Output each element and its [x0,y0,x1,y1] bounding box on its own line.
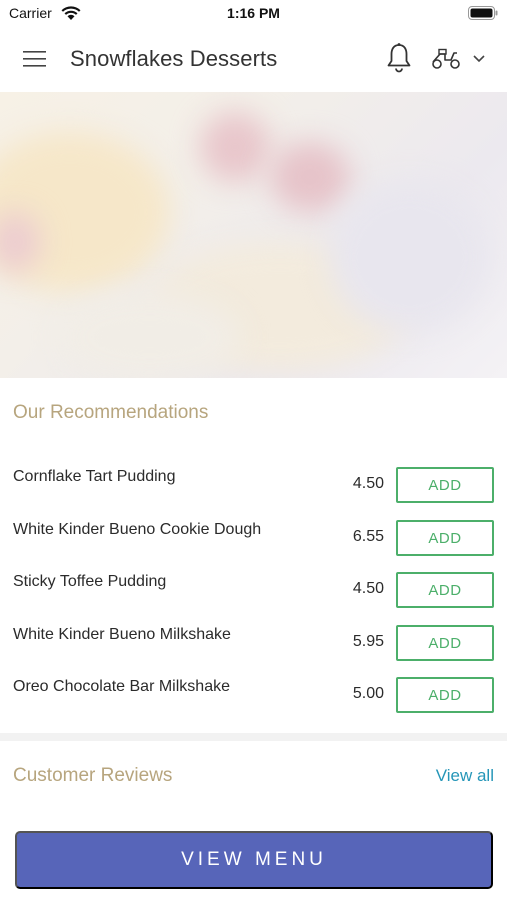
hamburger-menu-icon[interactable] [22,48,48,70]
list-item: Sticky Toffee Pudding 4.50 ADD [0,565,507,617]
item-price: 5.95 [352,633,384,650]
customer-reviews-heading: Customer Reviews [13,765,173,786]
add-button[interactable]: ADD [396,677,494,713]
item-price: 5.00 [352,685,384,702]
item-price: 4.50 [352,580,384,597]
recommendations-heading: Our Recommendations [13,402,209,423]
item-price: 4.50 [352,475,384,492]
battery-icon [468,6,498,20]
add-button[interactable]: ADD [396,520,494,556]
delivery-scooter-icon[interactable] [430,48,462,70]
add-button[interactable]: ADD [396,625,494,661]
list-item: White Kinder Bueno Milkshake 5.95 ADD [0,618,507,670]
hero-banner-image [0,92,507,378]
item-name: Oreo Chocolate Bar Milkshake [13,678,230,695]
view-menu-button[interactable]: VIEW MENU [15,831,493,889]
list-item: White Kinder Bueno Cookie Dough 6.55 ADD [0,513,507,565]
add-button[interactable]: ADD [396,467,494,503]
hero-blob [60,292,240,378]
chevron-down-icon[interactable] [472,54,486,64]
item-name: Cornflake Tart Pudding [13,468,176,485]
item-price: 6.55 [352,528,384,545]
item-name: White Kinder Bueno Cookie Dough [13,521,262,538]
add-button[interactable]: ADD [396,572,494,608]
hero-blob [330,182,490,332]
list-item: Cornflake Tart Pudding 4.50 ADD [0,460,507,512]
status-time: 1:16 PM [227,5,280,21]
list-item: Oreo Chocolate Bar Milkshake 5.00 ADD [0,670,507,722]
item-name: White Kinder Bueno Milkshake [13,626,231,643]
view-all-reviews-link[interactable]: View all [436,766,494,786]
status-bar: Carrier 1:16 PM [0,0,507,28]
hero-blob [200,112,270,182]
item-name: Sticky Toffee Pudding [13,573,167,590]
hero-blob [270,142,350,212]
restaurant-title: Snowflakes Desserts [70,46,278,71]
app-header: Snowflakes Desserts [0,28,507,92]
section-divider [0,733,507,741]
bell-icon[interactable] [385,42,413,74]
